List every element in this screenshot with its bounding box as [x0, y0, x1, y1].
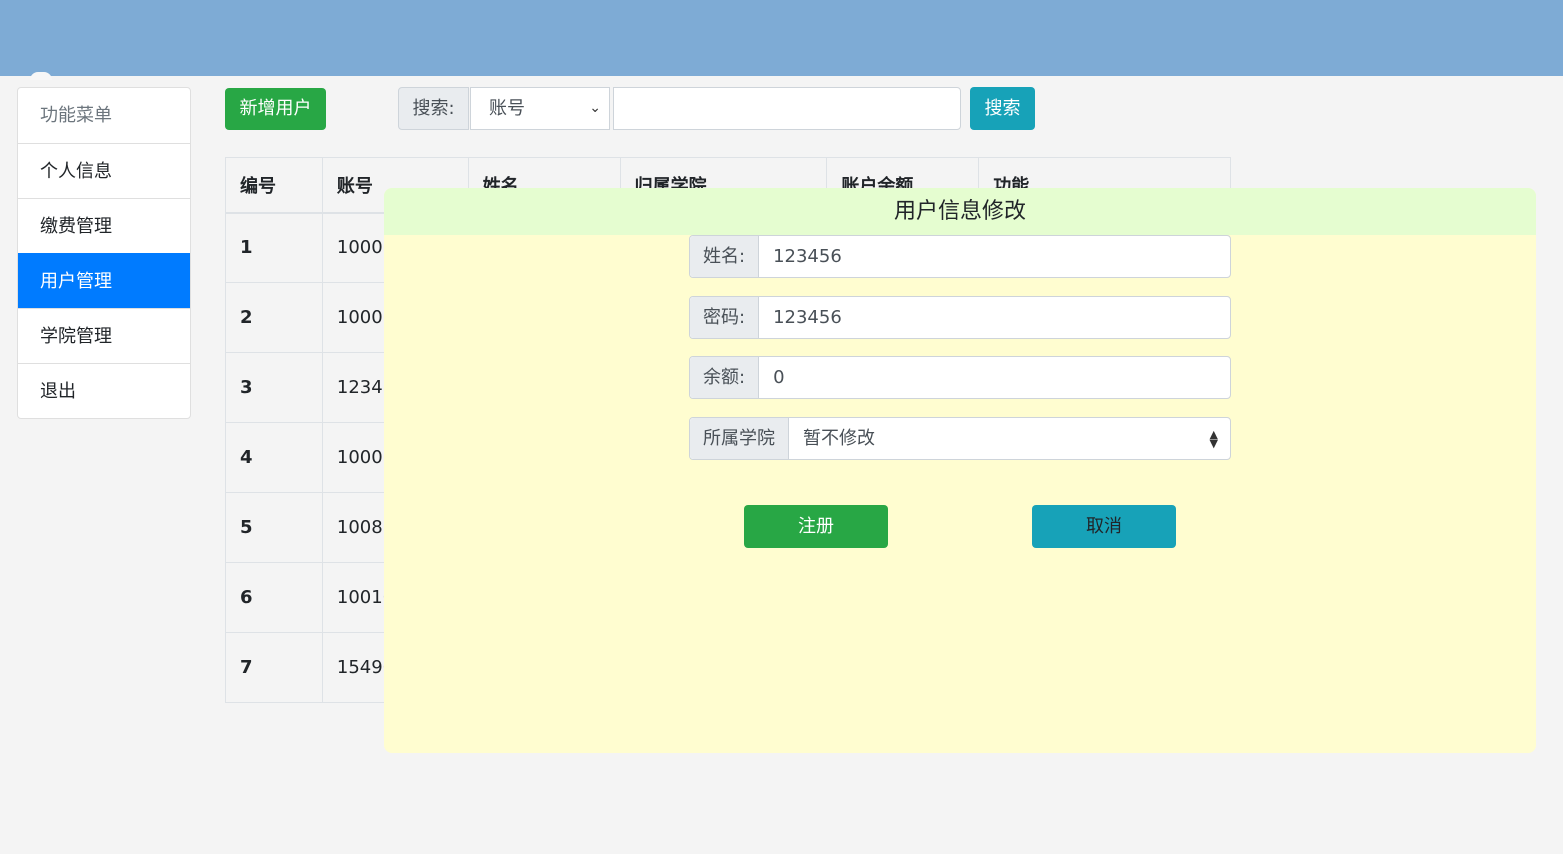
row-number: 6	[225, 562, 323, 633]
college-selected: 暂不修改	[803, 428, 875, 449]
college-input-group: 所属学院 暂不修改 ▲ ▼	[689, 417, 1231, 460]
column-header-number: 编号	[225, 157, 323, 214]
row-number: 1	[225, 212, 323, 283]
name-field[interactable]: 123456	[759, 236, 1230, 277]
college-label: 所属学院	[690, 418, 789, 459]
name-input-group: 姓名: 123456	[689, 235, 1231, 278]
modal-title: 用户信息修改	[384, 188, 1536, 235]
sidebar-header: 功能菜单	[40, 105, 112, 126]
search-field-select[interactable]: 账号 ⌄	[470, 87, 610, 130]
cancel-button[interactable]: 取消	[1032, 505, 1176, 548]
sidebar-item-profile[interactable]: 个人信息	[18, 143, 190, 198]
sidebar-item-colleges[interactable]: 学院管理	[18, 308, 190, 363]
register-button[interactable]: 注册	[744, 505, 888, 548]
balance-label: 余额:	[690, 357, 760, 398]
row-number: 4	[225, 422, 323, 493]
password-field[interactable]: 123456	[759, 297, 1230, 338]
sidebar-item-logout[interactable]: 退出	[18, 363, 190, 418]
top-header-bar	[0, 0, 1563, 76]
row-number: 2	[225, 282, 323, 353]
password-input-group: 密码: 123456	[689, 296, 1231, 339]
search-field-selected: 账号	[489, 98, 525, 119]
balance-field[interactable]: 0	[759, 357, 1230, 398]
college-select[interactable]: 暂不修改 ▲ ▼	[789, 418, 1230, 459]
balance-input-group: 余额: 0	[689, 356, 1231, 399]
row-number: 7	[225, 632, 323, 703]
search-input[interactable]	[613, 87, 961, 130]
add-user-button[interactable]: 新增用户	[225, 88, 326, 130]
row-number: 5	[225, 492, 323, 563]
sidebar-menu: 功能菜单 个人信息 缴费管理 用户管理 学院管理 退出	[17, 87, 191, 419]
chevron-down-icon: ⌄	[589, 100, 601, 116]
search-label: 搜索:	[398, 87, 469, 130]
name-label: 姓名:	[690, 236, 760, 277]
sidebar-item-payments[interactable]: 缴费管理	[18, 198, 190, 253]
sidebar-item-users[interactable]: 用户管理	[18, 253, 190, 308]
search-button[interactable]: 搜索	[970, 87, 1035, 130]
row-number: 3	[225, 352, 323, 423]
select-arrows-icon: ▲ ▼	[1209, 427, 1218, 450]
password-label: 密码:	[690, 297, 760, 338]
header-logo-fragment	[30, 72, 52, 80]
edit-user-modal: 用户信息修改 姓名: 123456 密码: 123456 余额: 0 所属学院 …	[384, 188, 1536, 753]
